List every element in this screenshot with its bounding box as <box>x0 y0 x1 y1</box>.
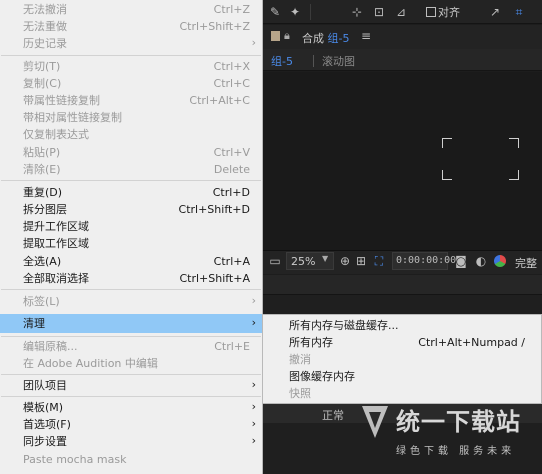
menu-item-history[interactable]: 历史记录 › <box>0 35 262 52</box>
snap-icon[interactable]: ⌗ <box>510 3 528 21</box>
watermark-title: 统一下载站 <box>396 408 521 436</box>
grid-toggle-icon[interactable]: ⊞ <box>352 252 370 270</box>
submenu-item-all-memory[interactable]: 所有内存 Ctrl+Alt+Numpad / <box>263 334 542 351</box>
composition-tabs <box>262 49 542 71</box>
pen-tool-icon[interactable]: ✎ <box>266 3 284 21</box>
menu-item-duplicate[interactable]: 重复(D) Ctrl+D <box>0 184 262 201</box>
toolbar-divider <box>310 4 311 20</box>
composition-title-name: 组-5 <box>327 32 350 45</box>
menu-item-preferences[interactable]: 首选项(F) › <box>0 416 262 433</box>
current-timecode: 0:00:00:00 <box>396 255 457 266</box>
menu-separator <box>1 180 261 181</box>
pin-tool-icon[interactable]: ✦ <box>286 3 304 21</box>
camera-icon[interactable]: ◙ <box>452 252 470 270</box>
menu-separator <box>1 55 261 56</box>
menu-item-edit-in-audition[interactable]: 在 Adobe Audition 中编辑 <box>0 355 262 372</box>
chevron-right-icon: › <box>251 294 256 307</box>
menu-item-split-layer[interactable]: 拆分图层 Ctrl+Shift+D <box>0 201 262 218</box>
color-channels-icon[interactable] <box>494 255 506 267</box>
align-label: 对齐 <box>438 6 460 19</box>
viewer-corner-marker <box>442 170 452 180</box>
menu-separator <box>1 289 261 290</box>
chevron-right-icon: › <box>251 434 256 447</box>
composition-title-prefix: 合成 <box>302 32 324 45</box>
watermark-logo-icon <box>362 406 388 438</box>
tab-composition-active[interactable]: 组-5 <box>271 53 293 69</box>
menu-item-paste-mocha-mask[interactable]: Paste mocha mask <box>0 451 262 468</box>
chevron-right-icon: › <box>251 316 256 329</box>
purge-submenu: 所有内存与磁盘缓存... 所有内存 Ctrl+Alt+Numpad / 撤消 图像… <box>263 314 542 404</box>
menu-item-lift-work-area[interactable]: 提升工作区域 <box>0 218 262 235</box>
blend-mode-value[interactable]: 正常 <box>322 407 344 423</box>
menu-separator <box>1 374 261 375</box>
lock-icon[interactable]: 🔒︎ <box>284 29 290 43</box>
watermark-subtitle: 绿色下载 服务未来 <box>396 446 516 457</box>
panel-menu-icon[interactable]: ≡ <box>361 29 371 43</box>
viewer-corner-marker <box>509 170 519 180</box>
menu-item-label[interactable]: 标签(L) › <box>0 293 262 310</box>
channel-icon[interactable]: ◐ <box>472 252 490 270</box>
menu-item-copy-with-links[interactable]: 带属性链接复制 Ctrl+Alt+C <box>0 92 262 109</box>
menu-separator <box>1 336 261 337</box>
menu-item-copy-relative-links[interactable]: 带相对属性链接复制 <box>0 109 262 126</box>
menu-item-select-all[interactable]: 全选(A) Ctrl+A <box>0 253 262 270</box>
resolution-label[interactable]: 完整 <box>515 255 537 271</box>
align-checkbox[interactable] <box>426 7 436 17</box>
region-icon[interactable]: ⛶ <box>370 252 388 270</box>
tab-divider <box>313 55 314 67</box>
chevron-right-icon: › <box>251 417 256 430</box>
submenu-item-image-cache-memory[interactable]: 图像缓存内存 <box>263 368 542 385</box>
axis-mode-icon[interactable]: ⊹ <box>348 3 366 21</box>
menu-item-clear[interactable]: 清除(E) Delete <box>0 161 262 178</box>
chevron-down-icon: ▼ <box>322 254 329 263</box>
menu-item-team-project[interactable]: 团队项目 › <box>0 377 262 394</box>
menu-item-extract-work-area[interactable]: 提取工作区域 <box>0 235 262 252</box>
tab-composition-other[interactable]: 滚动图 <box>322 53 355 69</box>
menu-item-copy-expression[interactable]: 仅复制表达式 <box>0 126 262 143</box>
edit-menu: 无法撤消 Ctrl+Z 无法重做 Ctrl+Shift+Z 历史记录 › 剪切(T) C… <box>0 0 263 474</box>
menu-item-purge[interactable]: 清理 › <box>0 314 262 333</box>
chevron-right-icon: › <box>251 378 256 391</box>
monitor-icon[interactable]: ▭ <box>266 252 284 270</box>
zoom-value: 25% <box>291 255 316 268</box>
viewer-corner-marker <box>509 138 519 148</box>
menu-item-sync-settings[interactable]: 同步设置 › <box>0 433 262 450</box>
menu-item-deselect-all[interactable]: 全部取消选择 Ctrl+Shift+A <box>0 270 262 287</box>
menu-item-templates[interactable]: 模板(M) › <box>0 399 262 416</box>
chevron-right-icon: › <box>251 36 256 49</box>
viewer-corner-marker <box>442 138 452 148</box>
timeline-tabbar <box>262 275 542 295</box>
composition-title: 合成 组-5 <box>302 30 349 46</box>
chevron-right-icon: › <box>251 400 256 413</box>
menu-item-copy[interactable]: 复制(C) Ctrl+C <box>0 75 262 92</box>
composition-viewer[interactable] <box>262 72 542 250</box>
submenu-item-undo[interactable]: 撤消 <box>263 351 542 368</box>
menu-item-undo[interactable]: 无法撤消 Ctrl+Z <box>0 1 262 18</box>
view-axis-icon[interactable]: ⊿ <box>392 3 410 21</box>
label-color-swatch <box>271 31 280 41</box>
menu-item-redo[interactable]: 无法重做 Ctrl+Shift+Z <box>0 18 262 35</box>
submenu-item-snapshot[interactable]: 快照 <box>263 385 542 402</box>
expand-icon[interactable]: ↗ <box>486 3 504 21</box>
submenu-item-all-memory-and-disk-cache[interactable]: 所有内存与磁盘缓存... <box>263 317 542 334</box>
menu-separator <box>1 396 261 397</box>
world-axis-icon[interactable]: ⊡ <box>370 3 388 21</box>
menu-item-paste[interactable]: 粘贴(P) Ctrl+V <box>0 144 262 161</box>
menu-item-cut[interactable]: 剪切(T) Ctrl+X <box>0 58 262 75</box>
menu-item-edit-original[interactable]: 编辑原稿... Ctrl+E <box>0 338 262 355</box>
